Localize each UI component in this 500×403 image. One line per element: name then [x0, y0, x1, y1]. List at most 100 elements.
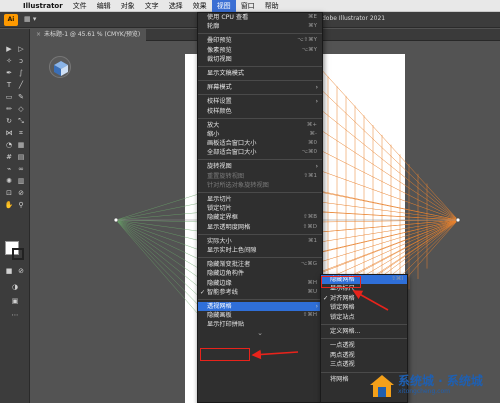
screen-mode-icon[interactable]: ▣ — [10, 297, 20, 306]
document-tab[interactable]: × 未标题-1 @ 45.61 % (CMYK/预览) — [30, 29, 147, 41]
lasso-tool-icon[interactable]: ↄ — [16, 57, 26, 66]
view-menu-item[interactable]: 叠印预览 ⌥⇧⌘Y — [198, 36, 322, 45]
magic-wand-tool-icon[interactable]: ✧ — [4, 57, 14, 66]
grid-handle[interactable] — [455, 217, 461, 223]
color-mode-icon[interactable]: ■ — [4, 267, 14, 276]
shortcut-label: ⌘U — [307, 288, 317, 295]
menu-separator — [198, 65, 322, 67]
house-logo-icon — [370, 375, 394, 397]
view-menu-item[interactable]: 实际大小 ⌘1 — [198, 237, 322, 246]
perspective-plane-widget-icon[interactable] — [49, 56, 71, 78]
perspective-submenu-item[interactable]: 一点透视 — [321, 341, 407, 350]
view-menu-item[interactable]: 透视网格 › — [198, 301, 322, 312]
view-menu-item[interactable]: 像素预览 ⌥⌘Y — [198, 46, 322, 55]
grid-handle[interactable] — [113, 217, 119, 223]
view-menu-item[interactable]: 轮廓 ⌘Y — [198, 22, 322, 31]
mesh-tool-icon[interactable]: # — [4, 153, 14, 162]
workspace-switcher-icon[interactable]: ▦ ▾ — [24, 15, 40, 25]
view-menu-item[interactable]: 显示透明度网格 ⇧⌘D — [198, 223, 322, 232]
right-grid-line — [319, 201, 459, 221]
menu-file[interactable]: 文件 — [68, 0, 92, 12]
view-menu-item[interactable]: 旋转视图 › — [198, 162, 322, 171]
view-menu-item[interactable]: 隐藏画板 ⇧⌘H — [198, 311, 322, 320]
perspective-submenu-item[interactable]: ✓ 对齐网格 — [321, 294, 407, 303]
shape-builder-tool-icon[interactable]: ◔ — [4, 141, 14, 150]
rectangle-tool-icon[interactable]: ▭ — [4, 93, 14, 102]
perspective-submenu-item[interactable]: 定义网格... — [321, 327, 407, 336]
artboard-tool-icon[interactable]: ⊡ — [4, 189, 14, 198]
view-menu-item[interactable]: 针对所选对象旋转视图 — [198, 181, 322, 190]
menu-app[interactable]: Illustrator — [18, 0, 68, 12]
none-mode-icon[interactable]: ⊘ — [16, 267, 26, 276]
view-menu-item[interactable]: 校样设置 › — [198, 97, 322, 106]
perspective-submenu-item[interactable]: 两点透视 — [321, 351, 407, 360]
menu-edit[interactable]: 编辑 — [92, 0, 116, 12]
eyedropper-tool-icon[interactable]: ⌁ — [4, 165, 14, 174]
view-menu-item[interactable]: 放大 ⌘+ — [198, 121, 322, 130]
menu-select[interactable]: 选择 — [164, 0, 188, 12]
view-menu-item[interactable]: 隐藏渐变批注者 ⌥⌘G — [198, 260, 322, 269]
scale-tool-icon[interactable]: ⤡ — [16, 117, 26, 126]
view-menu-item-label: 针对所选对象旋转视图 — [207, 181, 269, 189]
close-icon[interactable]: × — [36, 31, 41, 38]
curvature-tool-icon[interactable]: ∫ — [16, 69, 26, 78]
hand-tool-icon[interactable]: ✋ — [4, 201, 14, 210]
menu-window[interactable]: 窗口 — [236, 0, 260, 12]
menu-separator — [198, 298, 322, 300]
view-menu-item[interactable]: 画板适合窗口大小 ⌘0 — [198, 139, 322, 148]
view-menu-item[interactable]: 隐藏边缘 ⌘H — [198, 279, 322, 288]
view-menu-item[interactable]: 裁切视图 — [198, 55, 322, 64]
perspective-submenu-item[interactable]: 三点透视 — [321, 360, 407, 369]
slice-tool-icon[interactable]: ⊘ — [16, 189, 26, 198]
view-menu-item[interactable]: 缩小 ⌘- — [198, 130, 322, 139]
view-menu-item[interactable]: 校样颜色 — [198, 107, 322, 116]
view-menu-item[interactable]: 重置旋转视图 ⇧⌘1 — [198, 172, 322, 181]
view-menu-item[interactable]: ✓ 智能参考线 ⌘U — [198, 288, 322, 297]
menu-view[interactable]: 视图 — [211, 0, 236, 12]
more-tools-icon[interactable]: ⋯ — [10, 311, 20, 320]
submenu-item-label: 定义网格... — [330, 327, 361, 335]
view-menu-item-label: 使用 CPU 查看 — [207, 14, 249, 21]
perspective-submenu-item[interactable]: 锁定站点 — [321, 313, 407, 322]
view-menu-item[interactable]: 全部适合窗口大小 ⌥⌘0 — [198, 148, 322, 157]
menu-object[interactable]: 对象 — [116, 0, 140, 12]
width-tool-icon[interactable]: ⋈ — [4, 129, 14, 138]
view-menu-item[interactable]: 显示文稿模式 — [198, 69, 322, 78]
menu-scroll-down-icon[interactable]: ⌄ — [198, 329, 322, 337]
view-menu-item[interactable]: 隐藏定界框 ⇧⌘B — [198, 213, 322, 222]
perspective-grid-tool-icon[interactable]: ▦ — [16, 141, 26, 150]
view-menu-item[interactable]: 屏幕模式 › — [198, 83, 322, 92]
view-menu-item[interactable]: 隐藏边角构件 — [198, 269, 322, 278]
view-menu-item-label: 智能参考线 — [207, 288, 238, 296]
view-menu-item[interactable]: 显示切片 — [198, 195, 322, 204]
menu-help[interactable]: 帮助 — [260, 0, 284, 12]
graph-tool-icon[interactable]: ▥ — [16, 177, 26, 186]
annotation-box-perspective-grid — [200, 348, 250, 361]
blend-tool-icon[interactable]: ∞ — [16, 165, 26, 174]
eraser-tool-icon[interactable]: ◇ — [16, 105, 26, 114]
type-tool-icon[interactable]: T — [4, 81, 14, 90]
menu-separator — [198, 159, 322, 161]
view-menu-item[interactable]: 显示实时上色间隙 — [198, 246, 322, 255]
left-grid-line — [115, 219, 206, 273]
pencil-tool-icon[interactable]: ✏ — [4, 105, 14, 114]
view-menu-item[interactable]: 使用 CPU 查看 ⌘E — [198, 13, 322, 22]
free-transform-tool-icon[interactable]: ⌗ — [16, 129, 26, 138]
paintbrush-tool-icon[interactable]: ✎ — [16, 93, 26, 102]
pen-tool-icon[interactable]: ✒ — [4, 69, 14, 78]
zoom-tool-icon[interactable]: ⚲ — [16, 201, 26, 210]
rotate-tool-icon[interactable]: ↻ — [4, 117, 14, 126]
view-menu-item[interactable]: 锁定切片 — [198, 204, 322, 213]
gradient-tool-icon[interactable]: ▤ — [16, 153, 26, 162]
menu-effect[interactable]: 效果 — [188, 0, 212, 12]
direct-selection-tool-icon[interactable]: ▷ — [16, 45, 26, 54]
stroke-color-swatch[interactable] — [12, 248, 24, 260]
checkmark-icon: ✓ — [323, 294, 329, 302]
menu-type[interactable]: 文字 — [140, 0, 164, 12]
view-menu-item[interactable]: 显示打印拼贴 — [198, 320, 322, 329]
symbol-sprayer-tool-icon[interactable]: ✺ — [4, 177, 14, 186]
line-tool-icon[interactable]: ╱ — [16, 81, 26, 90]
perspective-submenu-item[interactable]: 锁定网格 — [321, 303, 407, 312]
selection-tool-icon[interactable]: ▶ — [4, 45, 14, 54]
draw-mode-icon[interactable]: ◑ — [10, 283, 20, 292]
